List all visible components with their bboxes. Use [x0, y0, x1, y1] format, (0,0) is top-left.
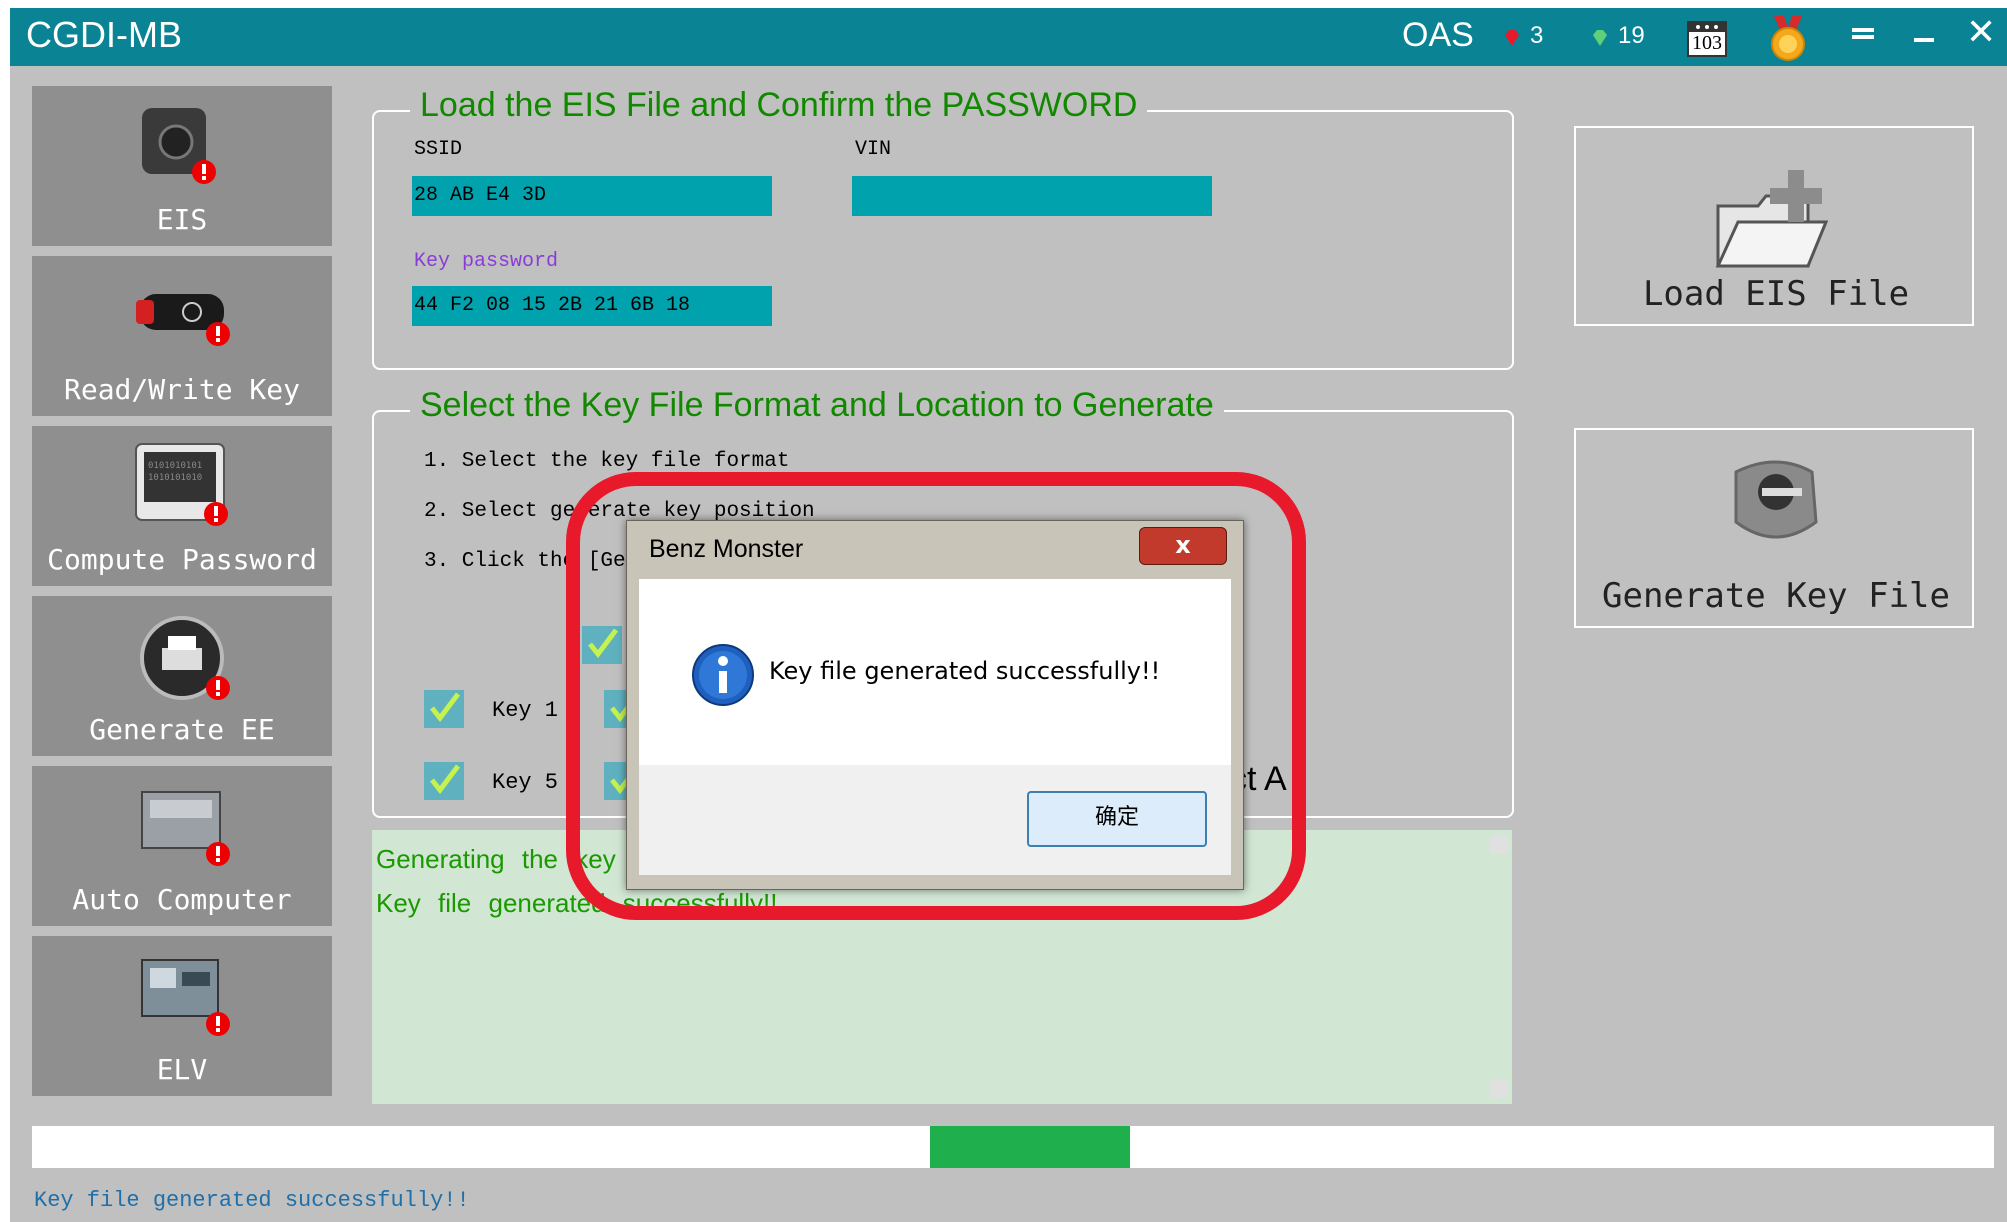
svg-text:1010101010: 1010101010	[148, 473, 202, 483]
red-gem-icon	[1505, 30, 1519, 46]
scroll-down-arrow-icon[interactable]	[1490, 1080, 1508, 1098]
progress-bar	[32, 1126, 1994, 1168]
key-gear-icon	[1734, 460, 1818, 539]
close-icon[interactable]: ✕	[1966, 12, 1996, 53]
eis-icon	[142, 108, 216, 184]
dialog-title: Benz Monster	[649, 535, 804, 563]
ecu-icon	[141, 791, 230, 866]
status-text: Key file generated successfully!!	[34, 1188, 470, 1213]
sidebar-item-read-write-key[interactable]: Read/Write Key	[32, 256, 332, 416]
load-eis-file-button[interactable]: Load EIS File	[1574, 126, 1974, 326]
ssid-field[interactable]: 28 AB E4 3D	[412, 176, 772, 216]
load-section-legend: Load the EIS File and Confirm the PASSWO…	[410, 86, 1148, 125]
binary-screen-icon: 0101010101 1010101010	[135, 443, 228, 526]
ssid-label: SSID	[414, 138, 463, 161]
generate-key-file-label: Generate Key File	[1602, 576, 1950, 616]
checkmark-icon	[430, 764, 460, 795]
car-key-icon	[136, 294, 230, 346]
sidebar-item-label: Generate EE	[89, 713, 275, 746]
sidebar-item-auto-computer[interactable]: Auto Computer	[32, 766, 332, 926]
scroll-up-arrow-icon[interactable]	[1490, 836, 1508, 854]
generate-key-file-button[interactable]: Generate Key File	[1574, 428, 1974, 628]
calendar-icon[interactable]: 103	[1686, 16, 1728, 58]
key-password-label: Key password	[414, 250, 559, 273]
dialog-close-button[interactable]: x	[1139, 527, 1227, 565]
menu-icon[interactable]	[1852, 26, 1874, 46]
message-dialog: Benz Monster x Key file generated succes…	[626, 520, 1244, 890]
checkmark-icon	[430, 692, 460, 723]
key-1-checkbox[interactable]	[424, 690, 464, 728]
key-1-label: Key 1	[492, 698, 559, 723]
sidebar-item-label: EIS	[156, 203, 208, 236]
calendar-value: 103	[1692, 32, 1722, 54]
medal-icon[interactable]	[1766, 16, 1810, 62]
green-gem-count: 19	[1618, 22, 1645, 49]
key-5-label: Key 5	[492, 770, 559, 795]
title-bar: CGDI-MB OAS 3 19 103 ✕	[10, 8, 2007, 66]
sidebar-item-label: ELV	[156, 1053, 208, 1086]
info-icon	[692, 644, 754, 706]
svg-text:0101010101: 0101010101	[148, 461, 202, 471]
red-gem-count: 3	[1530, 22, 1544, 49]
key-password-field[interactable]: 44 F2 08 15 2B 21 6B 18	[412, 286, 772, 326]
progress-fill	[930, 1126, 1130, 1168]
key-5-checkbox[interactable]	[424, 762, 464, 800]
dialog-ok-button[interactable]: 确定	[1027, 791, 1207, 847]
minimize-icon[interactable]	[1914, 38, 1934, 42]
oas-label[interactable]: OAS	[1402, 16, 1474, 55]
printer-icon	[140, 616, 230, 700]
load-eis-group	[372, 110, 1514, 370]
green-gem-icon	[1593, 30, 1607, 46]
sidebar-item-label: Read/Write Key	[63, 373, 300, 406]
folder-add-icon	[1715, 170, 1829, 268]
sidebar-item-generate-ee[interactable]: Generate EE	[32, 596, 332, 756]
vin-label: VIN	[855, 138, 892, 161]
sidebar-item-eis[interactable]: EIS	[32, 86, 332, 246]
sidebar-item-label: Compute Password	[47, 543, 317, 576]
dialog-body: Key file generated successfully!! 确定	[639, 579, 1231, 875]
load-eis-file-label: Load EIS File	[1642, 274, 1910, 314]
vin-field[interactable]	[852, 176, 1212, 216]
sidebar-item-label: Auto Computer	[72, 883, 292, 916]
step-1-text: 1. Select the key file format	[424, 450, 790, 473]
sidebar-item-elv[interactable]: ELV	[32, 936, 332, 1096]
sidebar-item-compute-password[interactable]: 0101010101 1010101010 Compute Password	[32, 426, 332, 586]
generate-section-legend: Select the Key File Format and Location …	[410, 386, 1224, 425]
dialog-message: Key file generated successfully!!	[769, 657, 1161, 685]
app-title: CGDI-MB	[26, 14, 182, 55]
elv-module-icon	[141, 959, 230, 1036]
